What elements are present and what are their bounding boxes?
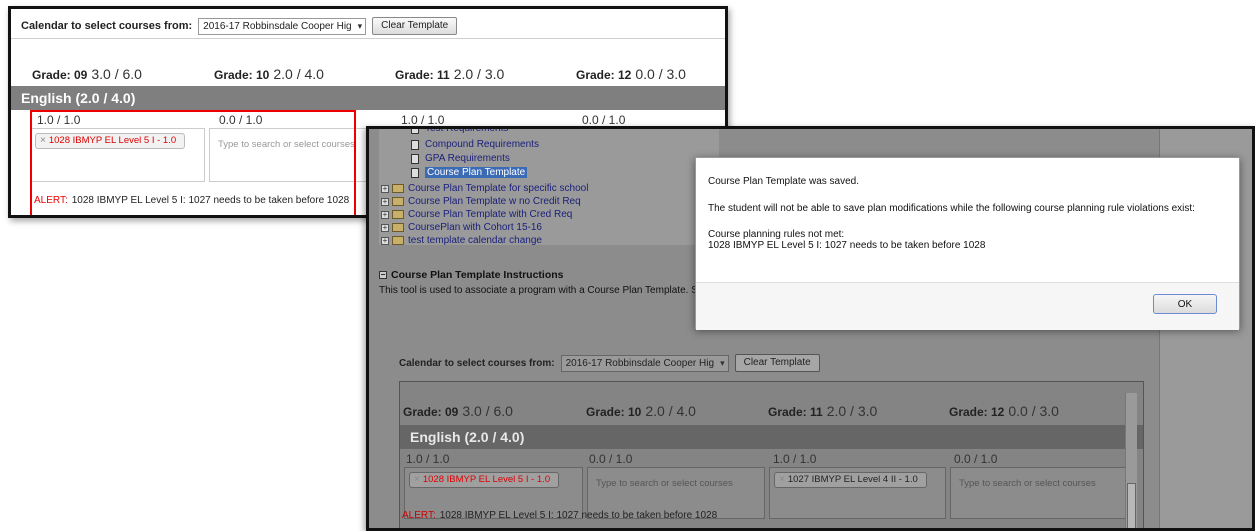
expand-icon[interactable]: + [381,236,389,245]
grade-11-credits: 1.0 / 1.0 [401,113,445,127]
dialog-footer: OK [696,282,1239,330]
document-icon [411,167,419,178]
tree-folder[interactable]: + test template calendar change [381,235,542,246]
folder-icon [392,184,404,193]
tree-folder[interactable]: + Course Plan Template with Cred Req [381,209,572,220]
grade-credits: 2.0 / 4.0 [273,66,324,82]
tree-item-gpa-requirements[interactable]: GPA Requirements [411,153,510,164]
close-icon[interactable]: × [40,135,46,146]
grade-09-credits: 1.0 / 1.0 [37,113,81,127]
course-cell-grade-11[interactable]: × 1027 IBMYP EL Level 4 II - 1.0 [769,467,946,519]
ok-button[interactable]: OK [1153,294,1217,314]
grade-label: Grade: 10 [214,68,270,82]
instructions-header[interactable]: − Course Plan Template Instructions [379,269,698,281]
course-tag-label: 1028 IBMYP EL Level 5 I - 1.0 [48,135,177,146]
calendar-select[interactable]: 2016-17 Robbinsdale Cooper Hig ▾ [560,354,729,372]
document-icon [411,139,419,150]
grade-10-summary: Grade: 10 2.0 / 4.0 [214,66,324,82]
chevron-down-icon: ▾ [357,20,363,31]
grade-label: Grade: 12 [576,68,632,82]
calendar-label: Calendar to select courses from: [21,20,193,32]
course-tag[interactable]: × 1028 IBMYP EL Level 5 I - 1.0 [409,472,560,488]
expand-icon[interactable]: + [381,223,389,232]
close-icon[interactable]: × [414,474,420,485]
calendar-select-value: 2016-17 Robbinsdale Cooper Hig [565,357,715,369]
dialog-rule-violation: 1028 IBMYP EL Level 5 I: 1027 needs to b… [708,240,986,251]
expand-icon[interactable]: + [381,184,389,193]
course-cell-grade-12[interactable]: Type to search or select courses [950,467,1130,519]
course-cell-grade-10[interactable]: Type to search or select courses [209,128,387,182]
instructions-text: This tool is used to associate a program… [379,285,698,296]
alert-message: ALERT: 1028 IBMYP EL Level 5 I: 1027 need… [34,195,349,206]
grade-09-summary: Grade: 09 3.0 / 6.0 [403,403,513,419]
alert-text: 1028 IBMYP EL Level 5 I: 1027 needs to b… [71,195,350,206]
course-search-placeholder: Type to search or select courses [218,139,355,150]
expand-icon[interactable]: + [381,210,389,219]
grade-11-summary: Grade: 11 2.0 / 3.0 [768,403,878,419]
divider [11,38,725,39]
grade-09-summary: Grade: 09 3.0 / 6.0 [32,66,142,82]
grade-12-summary: Grade: 12 0.0 / 3.0 [576,66,686,82]
folder-icon [392,223,404,232]
tree-folder[interactable]: + Course Plan Template w no Credit Req [381,196,581,207]
grade-label: Grade: 09 [32,68,88,82]
grade-11-summary: Grade: 11 2.0 / 3.0 [395,66,504,82]
calendar-select-value: 2016-17 Robbinsdale Cooper Hig [203,20,352,32]
dialog-saved-message: Course Plan Template was saved. [708,176,860,187]
instructions-section: − Course Plan Template Instructions This … [379,269,698,296]
tree-folder[interactable]: + Course Plan Template for specific schoo… [381,183,588,194]
alert-label: ALERT: [402,510,436,521]
tree-item-course-plan-template[interactable]: Course Plan Template [411,167,528,178]
grade-12-credits: 0.0 / 1.0 [582,113,626,127]
course-plan-editor: Calendar to select courses from: 2016-17… [389,354,1144,528]
subject-header-english[interactable]: English (2.0 / 4.0) [11,86,725,110]
grade-credits: 2.0 / 3.0 [453,66,505,82]
folder-icon [392,210,404,219]
calendar-bar: Calendar to select courses from: 2016-17… [21,17,458,35]
tree-folder[interactable]: + CoursePlan with Cohort 15-16 [381,222,542,233]
subject-header-english[interactable]: English (2.0 / 4.0) [400,425,1143,449]
folder-icon [392,197,404,206]
collapse-icon[interactable]: − [379,271,387,280]
grade-12-summary: Grade: 12 0.0 / 3.0 [949,403,1059,419]
calendar-bar: Calendar to select courses from: 2016-17… [399,354,820,372]
save-confirmation-dialog: Course Plan Template was saved. The stud… [695,157,1240,330]
chevron-down-icon: ▾ [720,357,725,368]
grade-10-summary: Grade: 10 2.0 / 4.0 [586,403,696,419]
folder-icon [392,236,404,245]
dialog-rules-heading: Course planning rules not met: [708,229,845,240]
clear-template-button[interactable]: Clear Template [734,354,820,372]
course-cell-grade-09[interactable]: × 1028 IBMYP EL Level 5 I - 1.0 [30,128,205,182]
scrollbar-thumb[interactable] [1127,483,1136,528]
alert-message: ALERT: 1028 IBMYP EL Level 5 I: 1027 need… [402,510,717,521]
document-icon [411,129,419,134]
close-icon[interactable]: × [779,474,785,485]
alert-label: ALERT: [34,195,68,206]
vertical-scrollbar[interactable] [1125,393,1137,528]
alert-text: 1028 IBMYP EL Level 5 I: 1027 needs to b… [439,510,718,521]
plan-grid: Grade: 09 3.0 / 6.0 Grade: 10 2.0 / 4.0 Gr… [399,381,1144,528]
tree-item[interactable]: Test Requirements [411,129,508,134]
grade-credits: 0.0 / 3.0 [635,66,686,82]
calendar-label: Calendar to select courses from: [399,357,555,369]
document-icon [411,153,419,164]
calendar-select[interactable]: 2016-17 Robbinsdale Cooper Hig ▾ [198,17,367,35]
dialog-violation-message: The student will not be able to save pla… [708,203,1195,214]
tree-item-compound-requirements[interactable]: Compound Requirements [411,139,539,150]
grade-10-credits: 0.0 / 1.0 [219,113,263,127]
grade-label: Grade: 11 [395,68,450,82]
grade-credits: 3.0 / 6.0 [91,66,142,82]
course-tag[interactable]: × 1028 IBMYP EL Level 5 I - 1.0 [35,133,186,149]
expand-icon[interactable]: + [381,197,389,206]
course-tag[interactable]: × 1027 IBMYP EL Level 4 II - 1.0 [774,472,927,488]
template-tree: Test Requirements Compound Requirements … [379,129,719,246]
clear-template-button[interactable]: Clear Template [372,17,458,35]
